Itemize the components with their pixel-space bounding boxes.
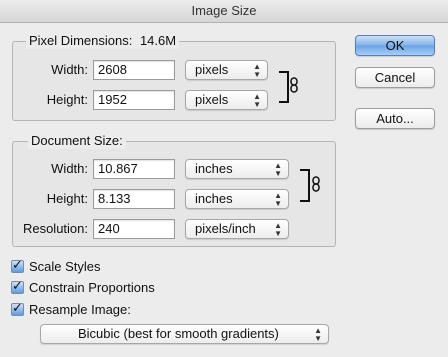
window-title: Image Size [0, 0, 448, 23]
scale-styles-label: Scale Styles [29, 258, 101, 274]
resample-method-select[interactable]: Bicubic (best for smooth gradients) ▲ ▼ [40, 324, 329, 344]
select-arrows-icon: ▲ ▼ [274, 161, 282, 178]
checkmark-icon: ✓ [12, 299, 23, 315]
pixel-width-unit-select[interactable]: pixels ▲ ▼ [185, 60, 268, 80]
doc-link-bracket [300, 169, 310, 202]
checkmark-icon: ✓ [12, 277, 23, 293]
resolution-unit-select[interactable]: pixels/inch ▲ ▼ [185, 219, 289, 239]
doc-height-label: Height: [46, 191, 88, 206]
ok-button[interactable]: OK [355, 35, 435, 56]
pixel-width-unit: pixels [195, 62, 229, 77]
cancel-button[interactable]: Cancel [355, 67, 435, 88]
auto-button[interactable]: Auto... [355, 108, 435, 129]
doc-width-unit: inches [195, 161, 233, 176]
doc-height-unit: inches [195, 191, 233, 206]
resample-method-value: Bicubic (best for smooth gradients) [78, 326, 279, 341]
resample-image-checkbox[interactable]: ✓ Resample Image: [11, 300, 131, 318]
pixel-height-unit: pixels [195, 92, 229, 107]
pixel-width-input[interactable]: 2608 [93, 60, 175, 80]
resolution-input[interactable]: 240 [93, 219, 175, 239]
doc-height-unit-select[interactable]: inches ▲ ▼ [185, 189, 289, 209]
resolution-unit: pixels/inch [195, 221, 256, 236]
resample-image-label: Resample Image: [29, 301, 131, 317]
doc-height-input[interactable]: 8.133 [93, 189, 175, 209]
checkmark-icon: ✓ [12, 256, 23, 272]
constrain-proportions-label: Constrain Proportions [29, 279, 155, 295]
constrain-proportions-checkbox[interactable]: ✓ Constrain Proportions [11, 278, 155, 296]
checkbox-box[interactable]: ✓ [11, 299, 24, 316]
scale-styles-checkbox[interactable]: ✓ Scale Styles [11, 257, 101, 275]
doc-width-label: Width: [51, 161, 88, 176]
select-arrows-icon: ▲ ▼ [253, 92, 261, 109]
pixel-link-bracket [279, 71, 289, 103]
select-arrows-icon: ▲ ▼ [253, 62, 261, 79]
select-arrows-icon: ▲ ▼ [314, 326, 322, 343]
pixel-height-unit-select[interactable]: pixels ▲ ▼ [185, 90, 268, 110]
select-arrows-icon: ▲ ▼ [274, 191, 282, 208]
chain-link-icon [290, 77, 298, 93]
doc-width-unit-select[interactable]: inches ▲ ▼ [185, 159, 289, 179]
resolution-label: Resolution: [22, 221, 88, 236]
checkbox-box[interactable]: ✓ [11, 277, 24, 294]
checkbox-box[interactable]: ✓ [11, 256, 24, 273]
pixel-dimensions-label: Pixel Dimensions: [29, 33, 133, 48]
pixel-height-input[interactable]: 1952 [93, 90, 175, 110]
pixel-dimensions-legend: Pixel Dimensions: 14.6M [26, 33, 180, 49]
select-arrows-icon: ▲ ▼ [274, 221, 282, 238]
document-size-legend: Document Size: [28, 133, 126, 149]
pixel-dimensions-size: 14.6M [139, 33, 177, 48]
pixel-height-label: Height: [46, 92, 88, 107]
pixel-width-label: Width: [51, 62, 88, 77]
doc-width-input[interactable]: 10.867 [93, 159, 175, 179]
chain-link-icon [312, 176, 320, 192]
